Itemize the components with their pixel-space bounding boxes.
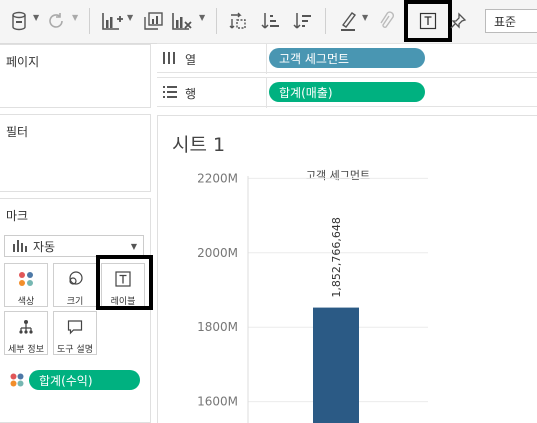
detail-mark-button[interactable]: 세부 정보 [4,311,48,355]
filters-panel[interactable]: 필터 [0,114,151,192]
columns-pill[interactable]: 고객 세그먼트 [269,48,425,68]
color-mark-label: 색상 [17,297,35,307]
rows-shelf[interactable]: 행 합계(매출) [157,77,537,108]
sort-descending-icon[interactable] [290,8,314,34]
chevron-down-icon[interactable]: ▼ [127,13,133,22]
y-tick-label: 1600M [197,395,238,409]
bar-chart: 고객 세그먼트 1600M 1800M 2000M 2200M 1,852,766,648 [197,169,428,423]
rows-shelf-label: 행 [163,85,196,102]
column-header-label: 고객 세그먼트 [306,169,370,182]
color-dots-icon [10,372,24,391]
marks-title: 마크 [6,209,29,223]
bar [313,307,359,423]
chevron-down-icon[interactable]: ▼ [72,13,78,22]
pages-title: 페이지 [6,55,40,69]
tooltip-mark-label: 도구 설명 [57,345,93,355]
pin-icon[interactable] [447,8,469,34]
clear-sheet-icon[interactable] [170,8,194,34]
toolbar: ▼ ▼ ▼ ▼ ▼ 표준 [0,0,537,44]
save-datasource-icon[interactable] [8,8,30,34]
chevron-down-icon[interactable]: ▼ [33,13,39,22]
color-dots-icon [18,271,34,291]
bar-data-label: 1,852,766,648 [330,217,343,297]
swap-rows-columns-icon[interactable] [226,8,250,34]
attach-clip-icon[interactable] [375,8,397,34]
marks-field-pill[interactable]: 합계(수익) [29,370,140,390]
toolbar-divider [216,8,217,34]
columns-icon [163,52,177,67]
rows-pill-label: 합계(매출) [279,85,333,100]
worksheet-view[interactable]: 시트 1 고객 세그먼트 1600M 1800M 2000M 2200M 1,852,76… [157,115,537,423]
y-tick-label: 2200M [197,171,238,185]
detail-mark-label: 세부 정보 [8,345,44,355]
shelf-divider [266,78,267,108]
size-circles-icon [67,271,83,291]
y-tick-label: 2000M [197,246,238,260]
refresh-icon[interactable] [44,8,68,34]
mark-type-dropdown[interactable]: 자동 ▼ [4,235,144,257]
new-worksheet-icon[interactable] [100,8,124,34]
rows-icon [163,86,177,101]
y-tick-label: 1800M [197,320,238,334]
duplicate-sheet-icon[interactable] [141,8,165,34]
marks-panel: 마크 자동 ▼ 색상 크기 레이블 세부 정보 도구 설명 합계(수익) [0,198,151,423]
tooltip-mark-button[interactable]: 도구 설명 [53,311,97,355]
chevron-down-icon[interactable]: ▼ [199,13,205,22]
columns-shelf-text: 열 [185,53,197,67]
fit-select[interactable]: 표준 [485,9,537,33]
columns-shelf-label: 열 [163,51,196,68]
rows-shelf-text: 행 [185,87,197,101]
marks-field-pill-label: 합계(수익) [39,373,93,388]
detail-tree-icon [18,319,34,339]
columns-shelf[interactable]: 열 고객 세그먼트 [157,43,537,74]
color-mark-button[interactable]: 색상 [4,263,48,307]
rows-pill[interactable]: 합계(매출) [269,82,425,102]
size-mark-button[interactable]: 크기 [53,263,97,307]
toolbar-divider [325,8,326,34]
toolbar-divider [89,8,90,34]
sort-ascending-icon[interactable] [258,8,282,34]
chevron-down-icon: ▼ [130,242,137,251]
speech-bubble-icon [67,319,83,339]
columns-pill-label: 고객 세그먼트 [279,51,350,66]
mark-type-value: 자동 [33,239,56,254]
show-mark-labels-highlight [404,0,452,42]
label-mark-highlight [96,255,153,310]
shelf-divider [266,44,267,74]
highlight-pen-icon[interactable] [336,8,360,34]
size-mark-label: 크기 [66,297,84,307]
bar-chart-icon [13,240,27,252]
pages-panel: 페이지 [0,44,151,108]
chevron-down-icon[interactable]: ▼ [362,13,368,22]
filters-title: 필터 [6,125,29,139]
